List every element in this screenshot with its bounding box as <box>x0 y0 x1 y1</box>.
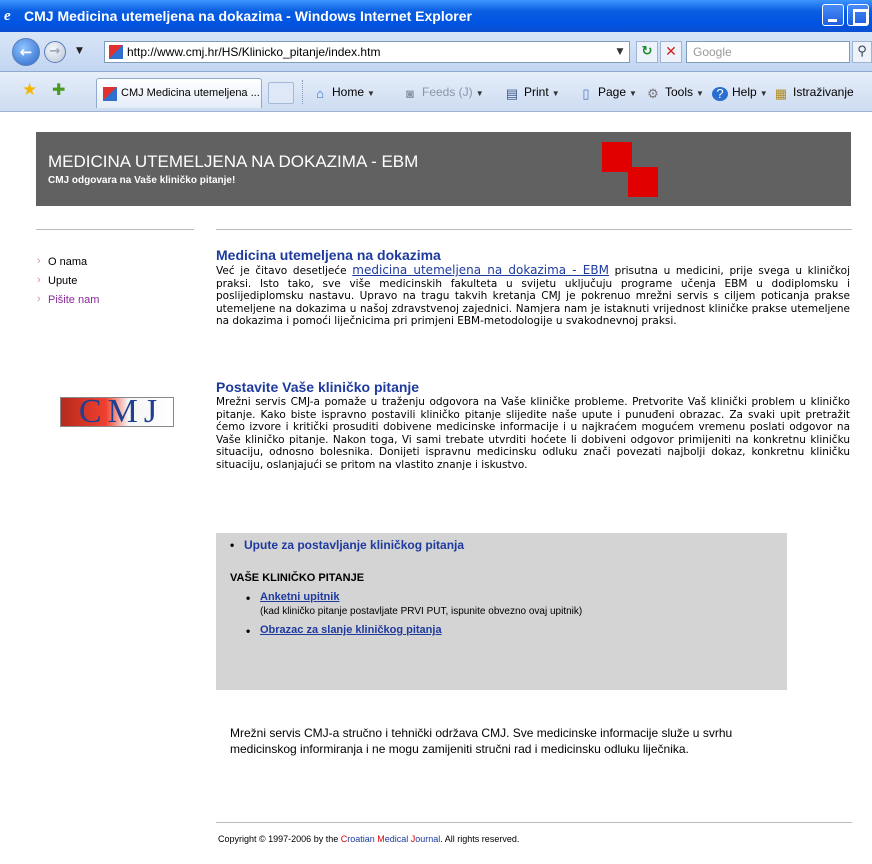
sidebar-item-upute[interactable]: Upute <box>36 271 99 291</box>
question-form-link[interactable]: Obrazac za slanje kliničkog pitanja <box>246 624 442 638</box>
home-label: Home <box>332 85 365 99</box>
stop-button[interactable]: ✕ <box>660 41 682 63</box>
copyright-j-rest: ournal <box>415 834 441 844</box>
new-tab-button[interactable] <box>268 82 294 104</box>
feeds-label: Feeds (J) <box>422 85 473 99</box>
tools-button[interactable]: ⚙ Tools ▼ <box>645 72 704 112</box>
survey-note: (kad kliničko pitanje postavljate PRVI P… <box>260 606 583 617</box>
sidebar-nav: O nama Upute Pišite nam <box>36 252 99 310</box>
sidebar-item-pisite-nam[interactable]: Pišite nam <box>36 290 99 310</box>
window-title: CMJ Medicina utemeljena na dokazima - Wi… <box>24 8 472 24</box>
address-input[interactable]: http://www.cmj.hr/HS/Klinicko_pitanje/in… <box>104 41 630 63</box>
copyright-text: Copyright © 1997-2006 by the Croatian Me… <box>218 834 519 844</box>
command-bar: ★ ✚ CMJ Medicina utemeljena ... ⌂ Home ▼ ◙… <box>0 72 872 112</box>
section-question-text: Mrežni servis CMJ-a pomaže u traženju od… <box>216 396 850 471</box>
help-dropdown-icon: ▼ <box>759 89 768 98</box>
home-dropdown-icon: ▼ <box>367 89 375 98</box>
minimize-button[interactable] <box>822 4 844 26</box>
ie-logo-icon: e <box>4 8 11 24</box>
forward-button[interactable]: → <box>44 41 66 63</box>
help-icon: ? <box>712 87 728 101</box>
search-button[interactable]: ⚲ <box>852 41 872 63</box>
home-icon: ⌂ <box>316 86 324 101</box>
section-ebm-heading: Medicina utemeljena na dokazima <box>216 247 441 263</box>
home-button[interactable]: ⌂ Home ▼ <box>312 72 375 112</box>
instructions-link[interactable]: Upute za postavljanje kliničkog pitanja <box>230 538 464 552</box>
copyright-m-initial: M <box>377 834 385 844</box>
page-button[interactable]: ▯ Page ▼ <box>578 72 637 112</box>
search-input[interactable]: Google <box>686 41 850 63</box>
print-label: Print <box>524 85 549 99</box>
question-panel-heading: VAŠE KLINIČKO PITANJE <box>230 572 365 584</box>
copyright-post: . All rights reserved. <box>440 834 520 844</box>
tab-favicon-icon <box>103 87 117 101</box>
footer-divider <box>216 822 852 823</box>
ebm-link[interactable]: medicina utemeljena na dokazima - EBM <box>352 263 609 277</box>
help-label: Help <box>732 85 757 99</box>
copyright-c-rest: roatian <box>347 834 378 844</box>
back-button[interactable]: ← <box>12 38 40 66</box>
logo-square-bottom <box>628 167 658 197</box>
page-dropdown-icon: ▼ <box>629 89 637 98</box>
search-placeholder: Google <box>693 45 732 59</box>
copyright-pre: Copyright © 1997-2006 by the <box>218 834 341 844</box>
section-ebm-text: Već je čitavo desetljeće medicina utemel… <box>216 264 850 328</box>
title-bar: e CMJ Medicina utemeljena na dokazima - … <box>0 0 872 32</box>
tools-label: Tools <box>665 85 694 99</box>
magnifier-icon: ⚲ <box>857 44 867 59</box>
main-divider <box>216 229 852 230</box>
section-ebm-text-before: Već je čitavo desetljeće <box>216 265 353 277</box>
tab-current[interactable]: CMJ Medicina utemeljena ... <box>96 78 262 108</box>
browser-window: e CMJ Medicina utemeljena na dokazima - … <box>0 0 872 864</box>
research-label: Istraživanje <box>793 85 854 99</box>
address-dropdown-icon[interactable]: ▼ <box>612 43 628 61</box>
gear-icon: ⚙ <box>647 86 659 101</box>
research-button[interactable]: ▦ Istraživanje <box>773 72 854 112</box>
cmj-logo[interactable]: CMJ <box>60 397 174 427</box>
recent-pages-dropdown-icon[interactable]: ▼ <box>76 46 83 56</box>
page-icon: ▯ <box>582 86 590 101</box>
back-arrow-icon: ← <box>19 43 33 61</box>
section-question: Postavite Vaše kliničko pitanje Mrežni s… <box>216 379 850 472</box>
site-subtitle: CMJ odgovara na Vaše kliničko pitanje! <box>48 175 236 186</box>
address-url: http://www.cmj.hr/HS/Klinicko_pitanje/in… <box>127 45 381 59</box>
forward-arrow-icon: → <box>49 44 61 59</box>
add-favorites-icon[interactable]: ✚ <box>52 80 65 100</box>
section-ebm: Medicina utemeljena na dokazima Već je č… <box>216 247 850 328</box>
cmj-logo-text: CMJ <box>78 397 164 427</box>
toolbar-separator <box>302 80 303 104</box>
address-toolbar: ← → ▼ http://www.cmj.hr/HS/Klinicko_pita… <box>0 32 872 72</box>
section-question-heading: Postavite Vaše kliničko pitanje <box>216 379 420 395</box>
copyright-m-rest: edical <box>384 834 411 844</box>
disclaimer-text: Mrežni servis CMJ-a stručno i tehnički o… <box>230 726 733 756</box>
feeds-icon: ◙ <box>406 86 414 101</box>
tools-dropdown-icon: ▼ <box>696 89 704 98</box>
refresh-button[interactable]: ↻ <box>636 41 658 63</box>
sidebar-item-o-nama[interactable]: O nama <box>36 252 99 272</box>
print-icon: ▤ <box>505 86 519 101</box>
page-label: Page <box>598 85 627 99</box>
survey-link[interactable]: Anketni upitnik <box>246 591 340 605</box>
maximize-button[interactable] <box>847 4 869 26</box>
site-favicon-icon <box>109 45 123 59</box>
favorites-star-icon[interactable]: ★ <box>22 80 37 100</box>
question-panel: Upute za postavljanje kliničkog pitanja … <box>216 533 787 690</box>
site-title: MEDICINA UTEMELJENA NA DOKAZIMA - EBM <box>48 152 419 171</box>
feeds-button[interactable]: ◙ Feeds (J) ▼ <box>402 72 484 112</box>
tab-label: CMJ Medicina utemeljena ... <box>121 87 260 99</box>
research-icon: ▦ <box>774 86 788 101</box>
print-dropdown-icon: ▼ <box>551 89 560 98</box>
site-header: MEDICINA UTEMELJENA NA DOKAZIMA - EBM CM… <box>36 132 851 206</box>
help-button[interactable]: ? Help ▼ <box>712 72 768 112</box>
sidebar-divider <box>36 229 194 230</box>
print-button[interactable]: ▤ Print ▼ <box>504 72 560 112</box>
feeds-dropdown-icon: ▼ <box>475 89 484 98</box>
